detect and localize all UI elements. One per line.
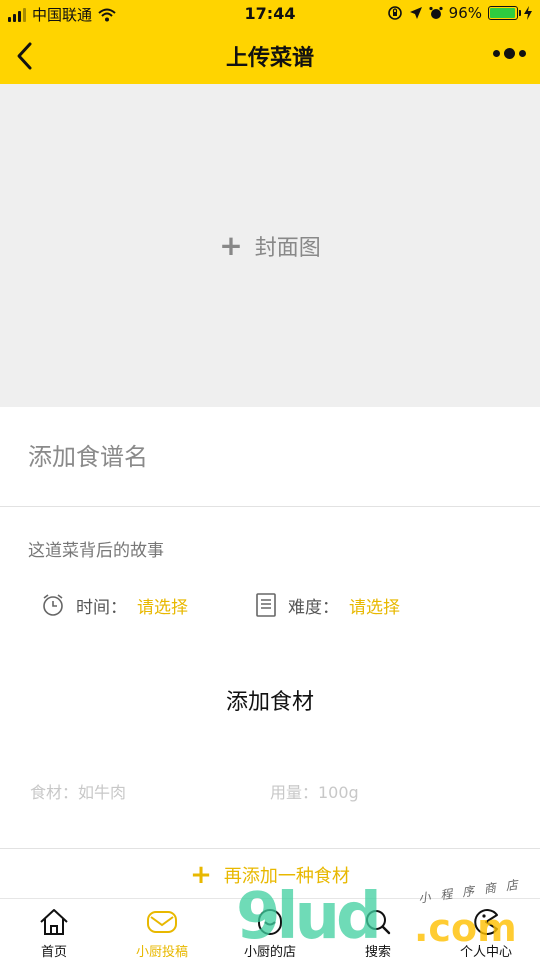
location-icon — [409, 7, 422, 19]
cover-upload-prompt: + 封面图 — [219, 230, 320, 262]
plus-icon: + — [219, 228, 243, 262]
recipe-name-field-wrap — [0, 407, 540, 507]
tab-bar: 首页 小厨投稿 小厨的店 搜索 个人中心 — [0, 898, 540, 960]
page-title: 上传菜谱 — [225, 46, 314, 71]
tab-label: 小厨的店 — [243, 945, 296, 960]
shop-icon — [258, 909, 282, 935]
list-icon — [256, 593, 276, 617]
search-icon — [366, 910, 391, 935]
tab-profile[interactable]: 个人中心 — [432, 899, 540, 960]
nav-bar: 上传菜谱 — [0, 28, 540, 84]
ingredient-amount-input[interactable] — [270, 778, 510, 806]
add-ingredient-button[interactable]: + 再添加一种食材 — [0, 848, 540, 900]
time-selector[interactable]: 时间： 请选择 — [40, 592, 188, 618]
more-button[interactable] — [493, 48, 526, 59]
tab-home[interactable]: 首页 — [0, 899, 108, 960]
battery-icon — [488, 6, 521, 20]
home-icon — [40, 909, 68, 935]
tab-label: 首页 — [40, 945, 67, 960]
ingredient-name-input[interactable] — [30, 778, 250, 806]
header: 中国联通 17:44 96% 上传菜谱 — [0, 0, 540, 84]
plus-icon: + — [190, 859, 212, 890]
tab-label: 小厨投稿 — [135, 945, 188, 960]
tab-search[interactable]: 搜索 — [324, 899, 432, 960]
difficulty-label: 难度： — [288, 597, 339, 618]
tab-label: 个人中心 — [459, 945, 512, 960]
status-bar: 中国联通 17:44 96% — [0, 0, 540, 28]
cover-label: 封面图 — [254, 235, 321, 261]
alarm-icon — [429, 6, 443, 19]
tab-submit[interactable]: 小厨投稿 — [108, 899, 216, 960]
time-label: 时间： — [76, 597, 127, 618]
rotation-lock-icon — [387, 6, 402, 20]
tab-label: 搜索 — [364, 945, 391, 960]
more-dot-icon — [519, 50, 526, 57]
clock-icon — [43, 594, 63, 616]
battery-percent: 96% — [448, 4, 482, 22]
status-right: 96% — [387, 4, 532, 22]
charging-icon — [524, 6, 532, 20]
envelope-icon — [147, 911, 177, 933]
add-ingredient-label: 再添加一种食材 — [223, 865, 350, 887]
pacman-icon — [474, 909, 498, 935]
tab-shop[interactable]: 小厨的店 — [216, 899, 324, 960]
difficulty-value[interactable]: 请选择 — [349, 593, 400, 618]
meta-row: 时间： 请选择 难度： 请选择 — [0, 592, 540, 626]
recipe-name-input[interactable] — [28, 437, 508, 477]
more-dot-icon — [493, 50, 500, 57]
story-input[interactable] — [28, 536, 508, 566]
ingredient-row — [0, 778, 540, 808]
time-value[interactable]: 请选择 — [137, 593, 188, 618]
more-dot-icon — [504, 48, 515, 59]
ingredients-section-title: 添加食材 — [225, 690, 314, 715]
cover-upload-area[interactable]: + 封面图 — [0, 84, 540, 407]
difficulty-selector[interactable]: 难度： 请选择 — [254, 592, 400, 618]
